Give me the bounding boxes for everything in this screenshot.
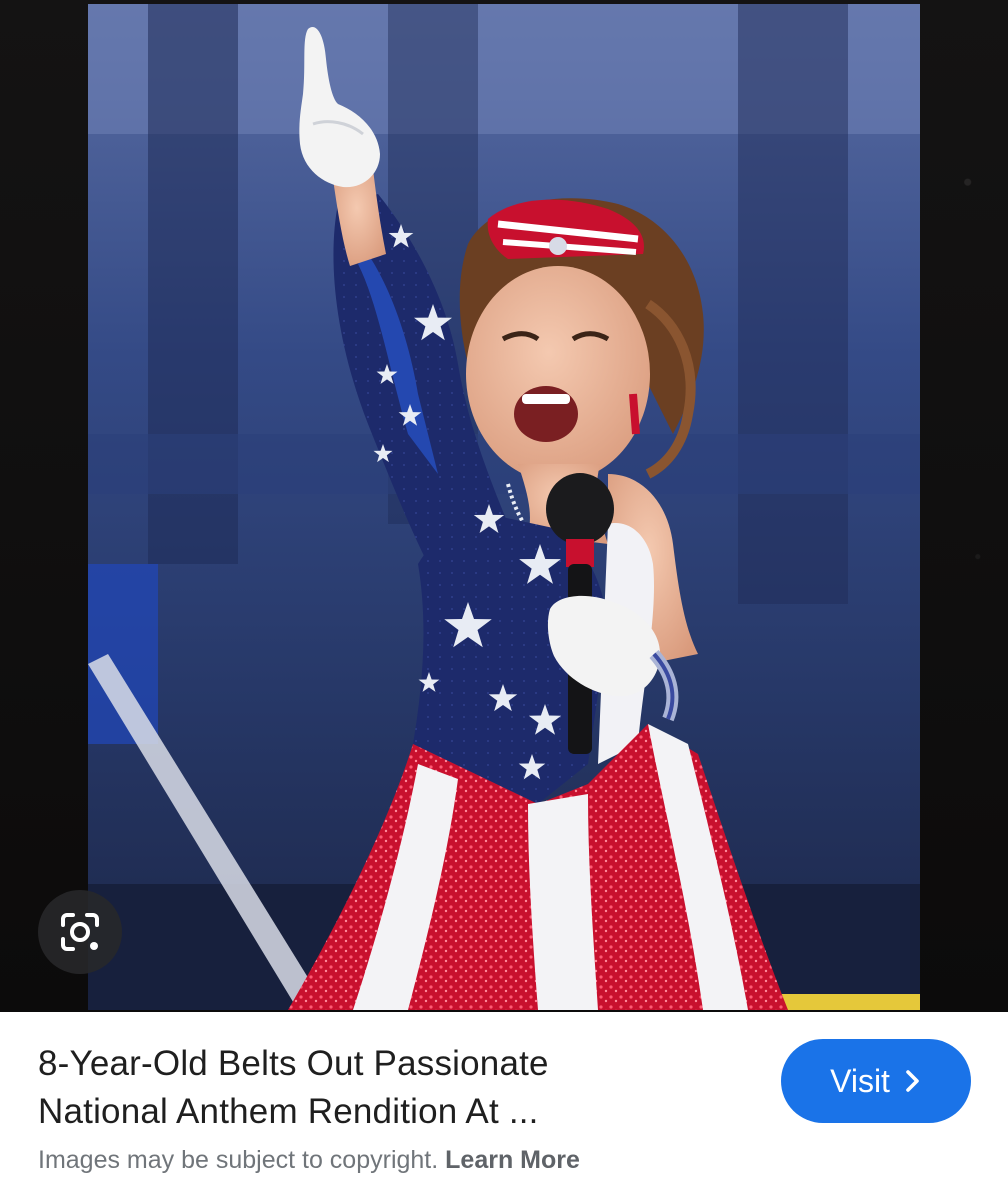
visit-button[interactable]: Visit [781,1039,971,1123]
result-title[interactable]: 8-Year-Old Belts Out Passionate National… [38,1040,738,1136]
chevron-right-icon [906,1070,919,1092]
image-viewer [0,0,1008,1012]
copyright-notice: Images may be subject to copyright. [38,1146,439,1174]
learn-more-link[interactable]: Learn More [445,1146,580,1174]
result-title-line-2: National Anthem Rendition At ... [38,1092,539,1131]
visit-button-label: Visit [830,1062,890,1099]
copyright-notice-line: Images may be subject to copyright. Lear… [38,1144,580,1176]
result-image[interactable] [88,4,920,1010]
lens-search-icon [61,913,99,951]
result-title-line-1: 8-Year-Old Belts Out Passionate [38,1044,549,1083]
lens-search-button[interactable] [38,890,122,974]
image-result-page: 8-Year-Old Belts Out Passionate National… [0,0,1008,1200]
result-caption-panel: 8-Year-Old Belts Out Passionate National… [0,1012,1008,1200]
